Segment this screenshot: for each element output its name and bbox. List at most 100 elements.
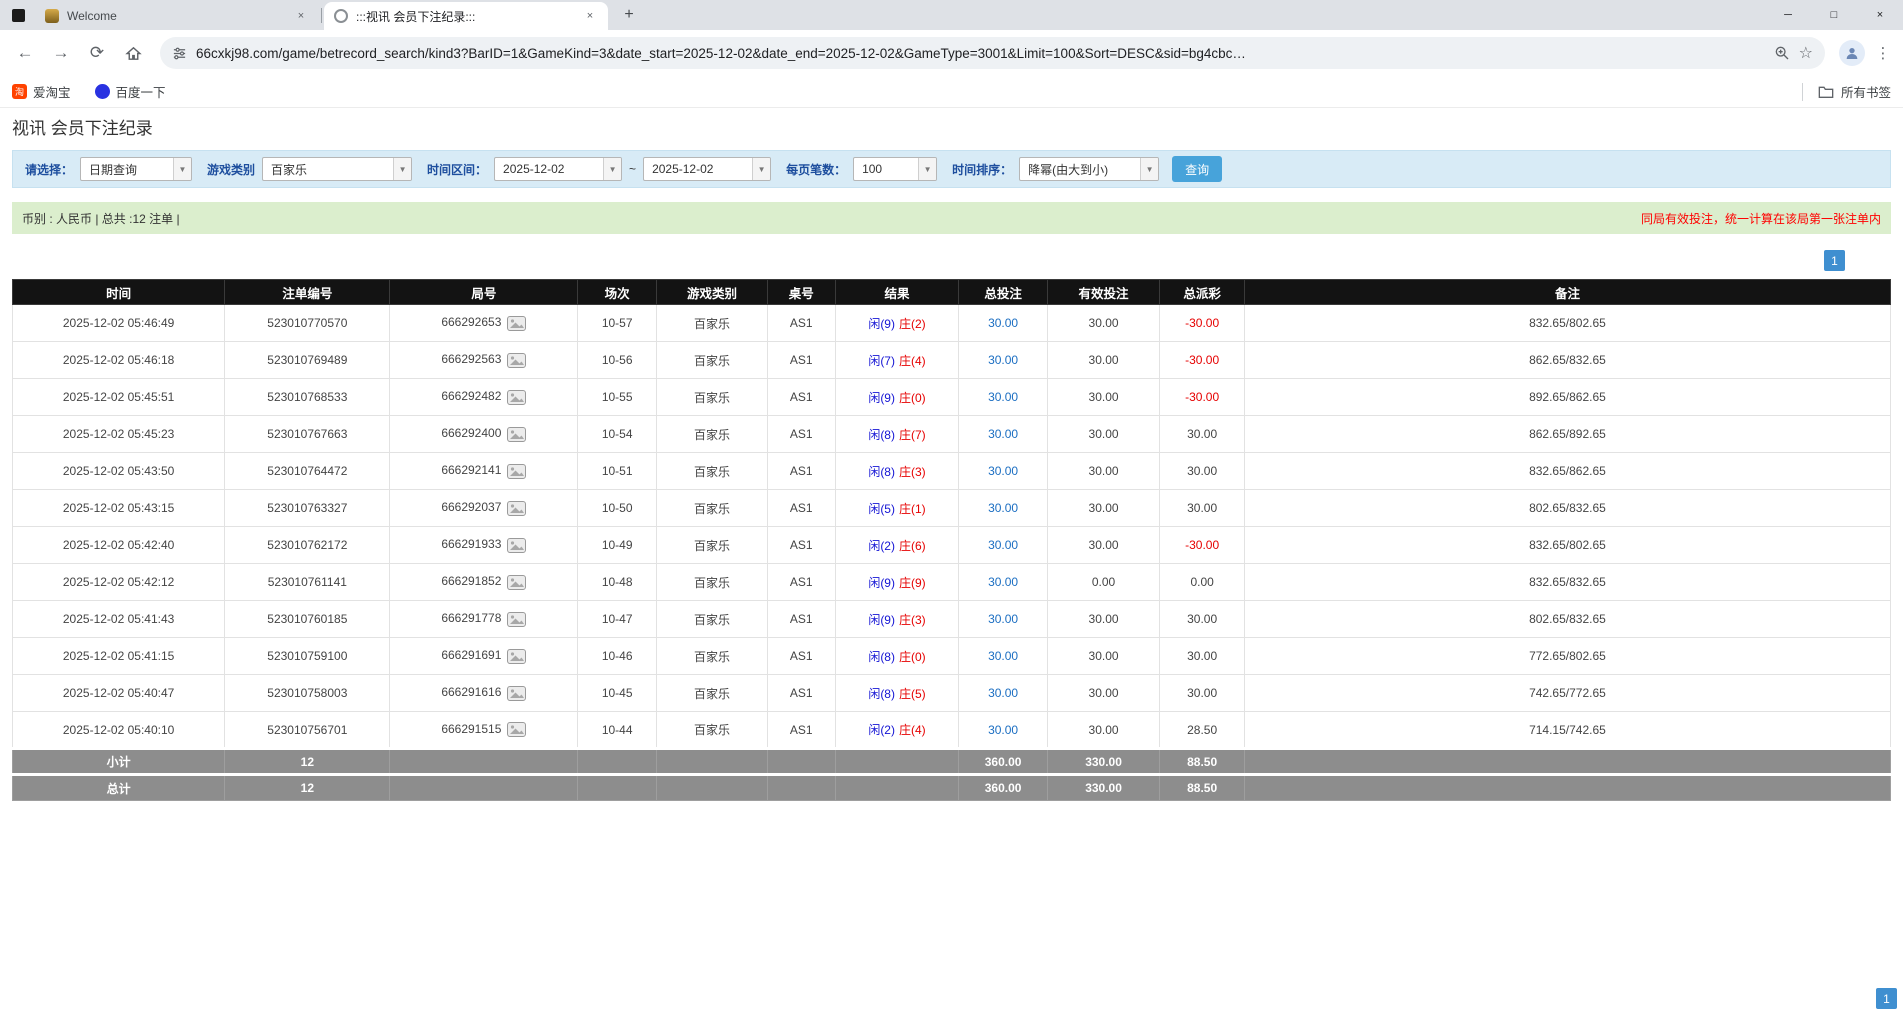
total-bet-link[interactable]: 30.00	[988, 612, 1018, 626]
round-replay-image-icon[interactable]	[507, 390, 526, 405]
zoom-icon[interactable]	[1774, 45, 1790, 61]
tab-title: :::视讯 会员下注纪录:::	[356, 8, 576, 25]
cell-game-type: 百家乐	[657, 601, 768, 638]
round-replay-image-icon[interactable]	[507, 686, 526, 701]
total-bet-link[interactable]: 30.00	[988, 390, 1018, 404]
maximize-button[interactable]: □	[1811, 0, 1857, 30]
round-replay-image-icon[interactable]	[507, 316, 526, 331]
sort-select[interactable]: 降幂(由大到小) ▼	[1019, 157, 1159, 181]
summary-bar: 币别 : 人民币 | 总共 :12 注单 | 同局有效投注，统一计算在该局第一张…	[12, 202, 1891, 234]
bookmark-label: 百度一下	[116, 82, 166, 101]
subtotal-row: 小计12360.00330.0088.50	[13, 749, 1891, 775]
round-replay-image-icon[interactable]	[507, 427, 526, 442]
tab-close-icon[interactable]: ×	[293, 8, 309, 24]
total-bet-link[interactable]: 30.00	[988, 686, 1018, 700]
forward-button[interactable]: →	[44, 36, 78, 70]
browser-tab-betrecord[interactable]: :::视讯 会员下注纪录::: ×	[324, 2, 608, 30]
total-bet-link[interactable]: 30.00	[988, 649, 1018, 663]
cell-remark: 832.65/802.65	[1244, 305, 1890, 342]
chevron-down-icon: ▼	[173, 158, 191, 180]
result-player: 闲(7)	[868, 354, 895, 368]
cell-session: 10-49	[578, 527, 657, 564]
round-replay-image-icon[interactable]	[507, 575, 526, 590]
query-type-select[interactable]: 日期查询 ▼	[80, 157, 192, 181]
total-bet-link[interactable]: 30.00	[988, 723, 1018, 737]
address-bar[interactable]: 66cxkj98.com/game/betrecord_search/kind3…	[160, 37, 1825, 69]
cell-session: 10-50	[578, 490, 657, 527]
site-settings-icon[interactable]	[172, 46, 187, 61]
page-1-button-bottom[interactable]: 1	[1876, 988, 1897, 1009]
back-button[interactable]: ←	[8, 36, 42, 70]
cell-game-type: 百家乐	[657, 342, 768, 379]
result-player: 闲(9)	[868, 317, 895, 331]
result-player: 闲(2)	[868, 723, 895, 737]
cell-bet-id: 523010763327	[225, 490, 390, 527]
total-bet-link[interactable]: 30.00	[988, 538, 1018, 552]
welcome-tab-favicon-icon	[45, 9, 59, 23]
all-bookmarks-button[interactable]: 所有书签	[1802, 82, 1891, 101]
window-controls: ─ □ ×	[1765, 0, 1903, 30]
bookmark-taobao[interactable]: 淘 爱淘宝	[12, 82, 71, 101]
bookmark-baidu[interactable]: 百度一下	[95, 82, 166, 101]
round-replay-image-icon[interactable]	[507, 612, 526, 627]
close-button[interactable]: ×	[1857, 0, 1903, 30]
total-bet-link[interactable]: 30.00	[988, 427, 1018, 441]
total-bet-link[interactable]: 30.00	[988, 316, 1018, 330]
cell-remark: 832.65/862.65	[1244, 453, 1890, 490]
cell-game-type: 百家乐	[657, 712, 768, 749]
round-replay-image-icon[interactable]	[507, 353, 526, 368]
browser-menu-icon[interactable]: ⋮	[1871, 44, 1895, 62]
cell-round: 666292563	[390, 342, 578, 379]
date-end-input[interactable]: 2025-12-02 ▼	[643, 157, 771, 181]
cell-total-bet: 30.00	[959, 527, 1047, 564]
minimize-button[interactable]: ─	[1765, 0, 1811, 30]
home-button[interactable]	[116, 36, 150, 70]
total-bet-link[interactable]: 30.00	[988, 575, 1018, 589]
cell-remark: 802.65/832.65	[1244, 601, 1890, 638]
cell-bet-id: 523010769489	[225, 342, 390, 379]
result-banker: 庄(5)	[899, 687, 926, 701]
page-size-select[interactable]: 100 ▼	[853, 157, 937, 181]
search-button[interactable]: 查询	[1172, 156, 1222, 182]
cell-session: 10-54	[578, 416, 657, 453]
round-replay-image-icon[interactable]	[507, 464, 526, 479]
summary-cell: 总计	[13, 775, 225, 801]
round-replay-image-icon[interactable]	[507, 722, 526, 737]
browser-tab-welcome[interactable]: Welcome ×	[35, 2, 319, 30]
round-replay-image-icon[interactable]	[507, 538, 526, 553]
cell-table-no: AS1	[767, 601, 835, 638]
pagination-bottom: 1	[12, 988, 1897, 1009]
cell-result: 闲(9)庄(0)	[835, 379, 959, 416]
new-tab-button[interactable]: +	[616, 2, 642, 28]
column-header: 总投注	[959, 280, 1047, 305]
cell-session: 10-57	[578, 305, 657, 342]
round-replay-image-icon[interactable]	[507, 649, 526, 664]
page-1-button[interactable]: 1	[1824, 250, 1845, 271]
result-player: 闲(9)	[868, 576, 895, 590]
cell-remark: 714.15/742.65	[1244, 712, 1890, 749]
round-replay-image-icon[interactable]	[507, 501, 526, 516]
round-number: 666291852	[441, 574, 501, 588]
reload-button[interactable]: ⟳	[80, 36, 114, 70]
profile-avatar[interactable]	[1839, 40, 1865, 66]
total-bet-link[interactable]: 30.00	[988, 501, 1018, 515]
total-bet-link[interactable]: 30.00	[988, 353, 1018, 367]
game-type-select[interactable]: 百家乐 ▼	[262, 157, 412, 181]
cell-round: 666292482	[390, 379, 578, 416]
cell-bet-id: 523010767663	[225, 416, 390, 453]
summary-cell	[835, 749, 959, 775]
cell-payout: 30.00	[1160, 601, 1245, 638]
taobao-icon: 淘	[12, 84, 27, 99]
browser-logo-icon	[12, 9, 25, 22]
page-content: 视讯 会员下注纪录 请选择： 日期查询 ▼ 游戏类别 百家乐 ▼ 时间区间： 2…	[0, 118, 1903, 1009]
total-bet-link[interactable]: 30.00	[988, 464, 1018, 478]
bookmark-star-icon[interactable]: ☆	[1799, 43, 1813, 63]
all-bookmarks-label: 所有书签	[1841, 82, 1891, 101]
folder-icon	[1818, 85, 1834, 99]
cell-table-no: AS1	[767, 564, 835, 601]
cell-game-type: 百家乐	[657, 527, 768, 564]
tab-close-icon[interactable]: ×	[582, 8, 598, 24]
date-start-input[interactable]: 2025-12-02 ▼	[494, 157, 622, 181]
summary-cell: 330.00	[1047, 775, 1160, 801]
column-header: 游戏类别	[657, 280, 768, 305]
